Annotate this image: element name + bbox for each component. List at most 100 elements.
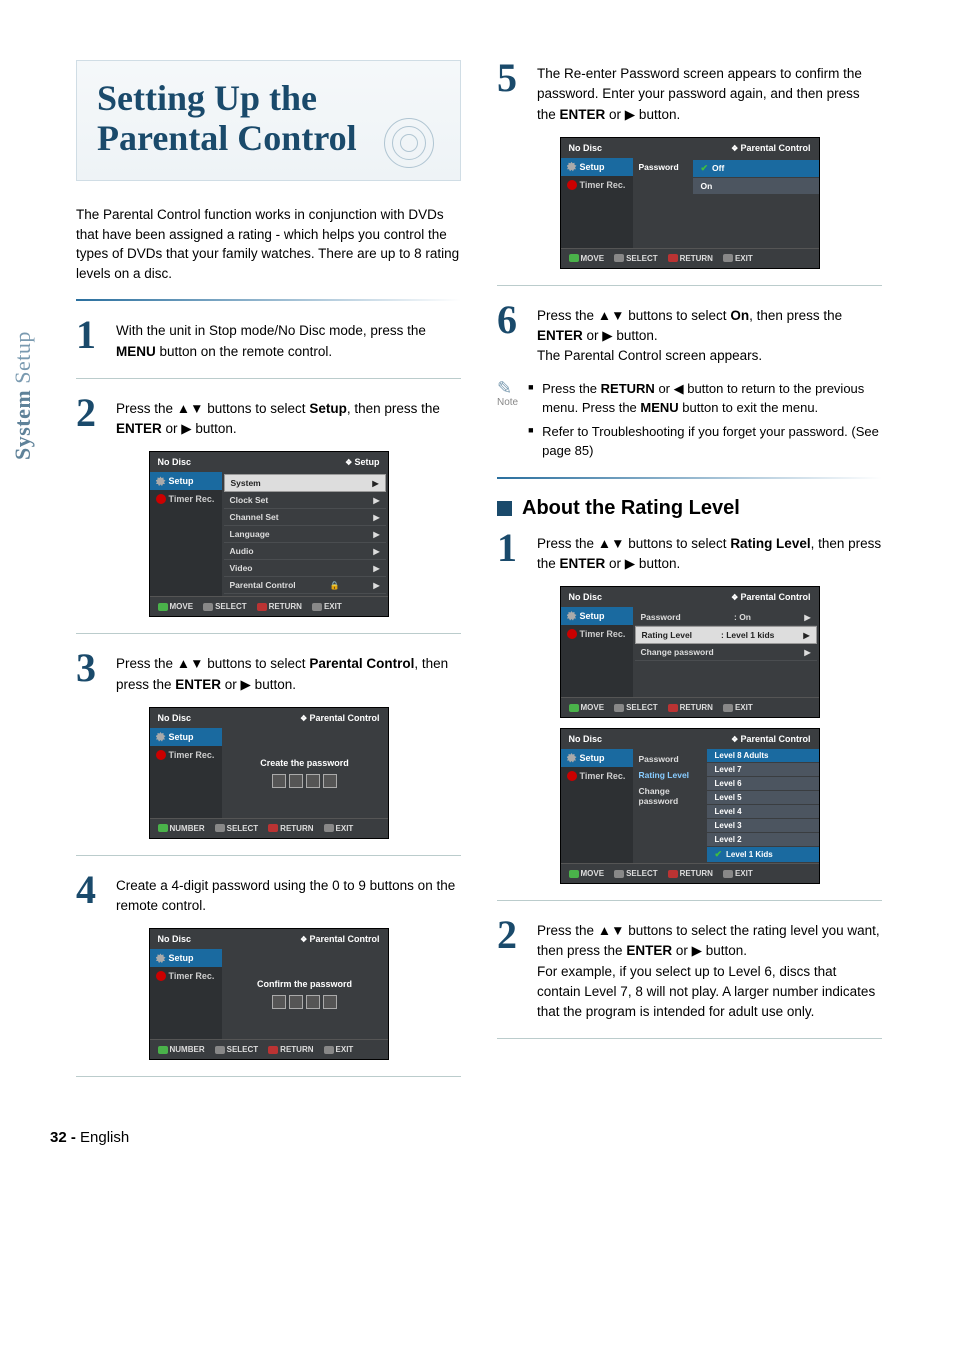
- intro-text: The Parental Control function works in c…: [76, 205, 461, 283]
- left-column: Setting Up the Parental Control The Pare…: [76, 60, 461, 1093]
- osd-footer: MOVE SELECT RETURN EXIT: [561, 697, 819, 717]
- move-chip: [569, 704, 579, 712]
- thin-divider: [76, 633, 461, 634]
- osd-rating-levels-list: No Disc Parental Control Setup Timer Rec…: [560, 728, 820, 884]
- exit-chip: [723, 254, 733, 262]
- level-item: Level 6: [707, 777, 819, 791]
- thin-divider: [76, 855, 461, 856]
- select-chip: [614, 870, 624, 878]
- step-text: Press the ▲▼ buttons to select On, then …: [537, 302, 882, 367]
- clock-icon: [156, 971, 166, 981]
- note-label: Note: [497, 397, 518, 408]
- osd-create-password: No Disc Parental Control Setup Timer Rec…: [149, 707, 389, 839]
- osd-password-entry: Create the password: [222, 728, 388, 818]
- note-text: Press the RETURN or ◀ button to return t…: [528, 379, 882, 465]
- osd-item: Audio▶: [224, 543, 386, 560]
- osd-confirm-password: No Disc Parental Control Setup Timer Rec…: [149, 928, 389, 1060]
- clock-icon: [567, 771, 577, 781]
- osd-side-timer: Timer Rec.: [150, 967, 222, 985]
- step-number: 4: [76, 872, 102, 917]
- osd-status: No Disc: [569, 592, 603, 602]
- create-password-label: Create the password: [260, 758, 349, 768]
- move-chip: [158, 603, 168, 611]
- osd-side-setup: Setup: [561, 158, 633, 176]
- page-footer: 32 - English: [50, 1129, 882, 1146]
- side-tab: System Setup: [10, 331, 36, 460]
- thin-divider: [497, 1038, 882, 1039]
- return-chip: [668, 704, 678, 712]
- osd-sidebar: Setup Timer Rec.: [561, 749, 633, 863]
- level-item-selected: ✔Level 1 Kids: [707, 847, 819, 863]
- check-icon: ✔: [715, 849, 723, 860]
- level-item: Level 8 Adults: [707, 749, 819, 763]
- gear-icon: [567, 162, 577, 172]
- return-chip: [268, 824, 278, 832]
- osd-sidebar: Setup Timer Rec.: [150, 949, 222, 1039]
- step-text: Create a 4-digit password using the 0 to…: [116, 872, 461, 917]
- gear-icon: [156, 476, 166, 486]
- osd-sidebar: Setup Timer Rec.: [150, 728, 222, 818]
- right-column: 5 The Re-enter Password screen appears t…: [497, 60, 882, 1093]
- osd-item-changepw: Change password▶: [635, 644, 817, 661]
- osd-option-on: On: [693, 178, 819, 195]
- step-number: 3: [76, 650, 102, 695]
- osd-sidebar: Setup Timer Rec.: [561, 158, 633, 248]
- osd-status: No Disc: [158, 457, 192, 467]
- osd-label-password: Password: [633, 158, 693, 248]
- osd-breadcrumb: Parental Control: [731, 143, 810, 153]
- osd-item: Parental Control🔒▶: [224, 577, 386, 594]
- osd-item: Clock Set▶: [224, 492, 386, 509]
- select-chip: [215, 1046, 225, 1054]
- clock-icon: [156, 750, 166, 760]
- osd-option-off: ✔Off: [693, 160, 819, 178]
- step-text: Press the ▲▼ buttons to select Setup, th…: [116, 395, 461, 440]
- move-chip: [569, 254, 579, 262]
- thin-divider: [497, 900, 882, 901]
- gear-icon: [567, 611, 577, 621]
- osd-side-timer: Timer Rec.: [561, 625, 633, 643]
- subheading: About the Rating Level: [497, 497, 882, 520]
- osd-item: Language▶: [224, 526, 386, 543]
- return-chip: [668, 870, 678, 878]
- osd-item: Change password: [633, 783, 707, 809]
- osd-breadcrumb: Parental Control: [300, 934, 379, 944]
- step-1: 1 With the unit in Stop mode/No Disc mod…: [76, 317, 461, 362]
- page-columns: Setting Up the Parental Control The Pare…: [50, 60, 882, 1093]
- osd-item: Video▶: [224, 560, 386, 577]
- move-chip: [569, 870, 579, 878]
- check-icon: ✔: [701, 163, 709, 174]
- osd-side-setup: Setup: [150, 949, 222, 967]
- square-bullet-icon: [497, 501, 512, 516]
- step-text: The Re-enter Password screen appears to …: [537, 60, 882, 125]
- decorative-circles: [380, 120, 440, 170]
- osd-setup-menu: No Disc Setup Setup Timer Rec. System▶ C…: [149, 451, 389, 617]
- osd-main-list: System▶ Clock Set▶ Channel Set▶ Language…: [222, 472, 388, 596]
- return-chip: [668, 254, 678, 262]
- password-boxes: [272, 995, 337, 1009]
- rating-step-2: 2 Press the ▲▼ buttons to select the rat…: [497, 917, 882, 1022]
- osd-breadcrumb: Parental Control: [731, 592, 810, 602]
- note-item: Press the RETURN or ◀ button to return t…: [528, 379, 882, 418]
- osd-main-list: Password: On▶ Rating Level: Level 1 kids…: [633, 607, 819, 697]
- thin-divider: [76, 378, 461, 379]
- gear-icon: [567, 753, 577, 763]
- osd-status: No Disc: [569, 734, 603, 744]
- step-3: 3 Press the ▲▼ buttons to select Parenta…: [76, 650, 461, 695]
- level-item: Level 4: [707, 805, 819, 819]
- select-chip: [203, 603, 213, 611]
- subheading-text: About the Rating Level: [522, 497, 740, 520]
- pencil-icon: ✎: [497, 379, 518, 397]
- step-text: Press the ▲▼ buttons to select Rating Le…: [537, 530, 882, 575]
- step-text: With the unit in Stop mode/No Disc mode,…: [116, 317, 461, 362]
- note-item: Refer to Troubleshooting if you forget y…: [528, 422, 882, 461]
- thin-divider: [76, 1076, 461, 1077]
- osd-side-setup: Setup: [561, 607, 633, 625]
- return-chip: [268, 1046, 278, 1054]
- clock-icon: [567, 180, 577, 190]
- confirm-password-label: Confirm the password: [257, 979, 352, 989]
- osd-side-timer: Timer Rec.: [150, 490, 222, 508]
- exit-chip: [723, 870, 733, 878]
- level-item: Level 3: [707, 819, 819, 833]
- level-item: Level 2: [707, 833, 819, 847]
- osd-item: Password: [633, 751, 707, 767]
